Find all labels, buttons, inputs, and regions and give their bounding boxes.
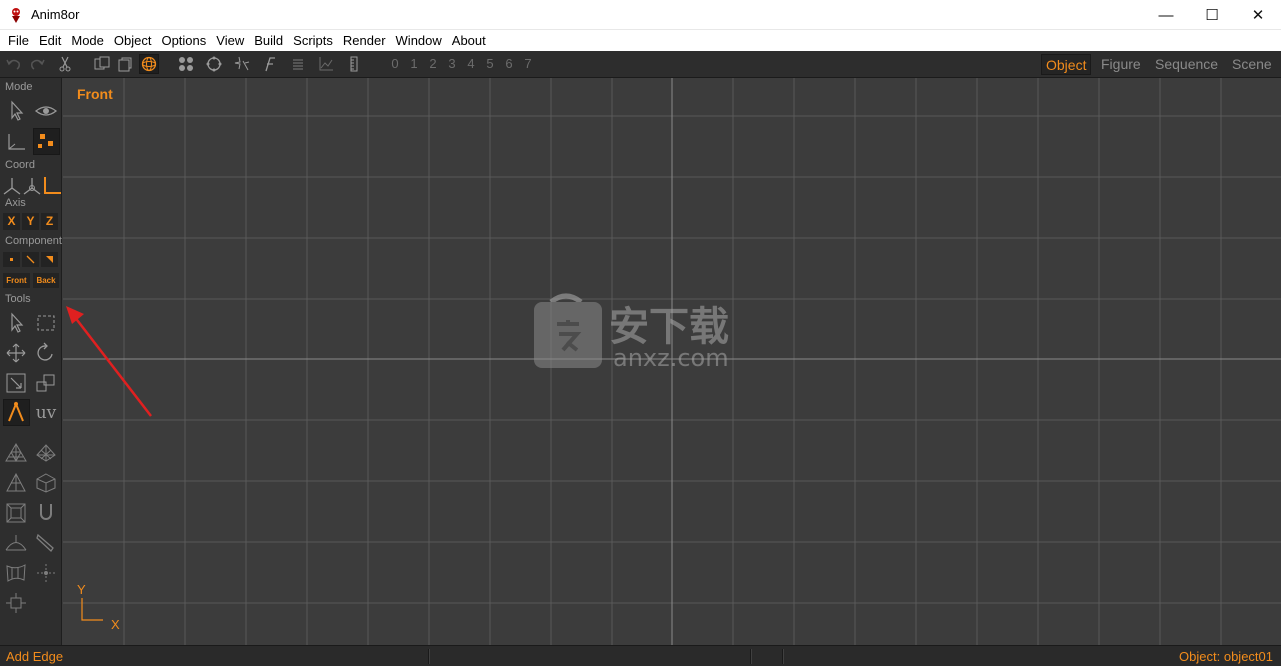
axis-x-label: X [111,617,120,632]
axis-z-button[interactable]: Z [41,213,58,230]
cube-tool-icon[interactable] [34,471,58,495]
layer-1[interactable]: 1 [407,56,421,71]
uv-tool-icon[interactable]: uv [34,401,58,425]
grow-tool-icon[interactable] [4,591,28,615]
component-edge-button[interactable] [22,252,39,267]
magnet-tool-icon[interactable] [34,501,58,525]
rotate-icon[interactable] [205,55,223,73]
menu-edit[interactable]: Edit [34,30,66,51]
drag-select-icon[interactable] [34,311,58,335]
axis-y-label: Y [77,582,86,597]
title-bar: Anim8or — ☐ ✕ [0,0,1281,30]
point-mode-icon[interactable] [33,128,60,155]
svg-text:anxz.com: anxz.com [613,344,729,372]
status-divider [782,649,784,664]
toolbar: 0 1 2 3 4 5 6 7 Object Figure Sequence S… [0,51,1281,78]
copy-icon[interactable] [93,55,111,73]
status-object-name: Object: object01 [1179,649,1273,664]
layer-4[interactable]: 4 [464,56,478,71]
sphere-icon[interactable] [139,54,159,74]
menu-build[interactable]: Build [249,30,288,51]
rotate-tool-icon[interactable] [34,341,58,365]
menu-scripts[interactable]: Scripts [288,30,338,51]
add-edge-tool-icon[interactable] [3,399,30,426]
tab-sequence[interactable]: Sequence [1151,54,1222,75]
select-mode-icon[interactable] [4,99,28,123]
front-button[interactable]: Front [3,273,30,288]
status-bar: Add Edge Object: object01 [0,645,1281,666]
maximize-button[interactable]: ☐ [1189,0,1235,30]
mode-section-label: Mode [5,81,33,93]
paste-icon[interactable] [116,55,134,73]
watermark-logo-icon: 安下载 anxz.com [534,293,729,372]
menu-window[interactable]: Window [391,30,447,51]
close-button[interactable]: ✕ [1235,0,1281,30]
status-message: Add Edge [6,649,64,664]
tab-figure[interactable]: Figure [1097,54,1145,75]
app-logo-icon [12,8,20,23]
component-section-label: Component [5,235,62,247]
view-label: Front [77,86,113,102]
watermark: 安下载 anxz.com [529,290,745,372]
menu-options[interactable]: Options [156,30,211,51]
layer-2[interactable]: 2 [426,56,440,71]
viewport-front[interactable]: 安下载 anxz.com Front Y X [63,78,1281,645]
layer-5[interactable]: 5 [483,56,497,71]
menu-object[interactable]: Object [109,30,157,51]
knife-tool-icon[interactable] [34,531,58,555]
axis-y-button[interactable]: Y [22,213,39,230]
redo-icon[interactable] [28,55,46,73]
sparkle-icon[interactable] [233,55,251,73]
tab-scene[interactable]: Scene [1228,54,1276,75]
tool-panel: Mode Coord Axis X Y Z Component Front Ba… [0,78,62,645]
bevel-tool-icon[interactable] [4,531,28,555]
cut-icon[interactable] [56,55,74,73]
menu-file[interactable]: File [3,30,34,51]
coord-object-icon[interactable] [20,174,41,195]
extrude-tool-icon[interactable] [4,471,28,495]
menu-bar: File Edit Mode Object Options View Build… [0,30,1281,51]
non-uniform-scale-icon[interactable] [34,371,58,395]
component-point-button[interactable] [3,252,20,267]
scale-tool-icon[interactable] [4,371,28,395]
back-button[interactable]: Back [33,273,59,288]
ruler-icon[interactable] [345,55,363,73]
menu-about[interactable]: About [447,30,491,51]
menu-render[interactable]: Render [338,30,391,51]
axis-section-label: Axis [5,197,26,209]
tab-object[interactable]: Object [1041,54,1092,75]
arrange-icon[interactable] [177,55,195,73]
mesh-tool-icon[interactable] [4,441,28,465]
coord-screen-icon[interactable] [40,174,61,194]
select-tool-icon[interactable] [4,311,28,335]
menu-mode[interactable]: Mode [66,30,109,51]
text-icon[interactable] [289,55,307,73]
layer-3[interactable]: 3 [445,56,459,71]
layer-0[interactable]: 0 [388,56,402,71]
bend-tool-icon[interactable] [4,561,28,585]
view-mode-icon[interactable] [34,99,58,123]
function-icon[interactable] [261,55,279,73]
axis-x-button[interactable]: X [3,213,20,230]
frame-tool-icon[interactable] [4,501,28,525]
graph-icon[interactable] [317,55,335,73]
undo-icon[interactable] [5,55,23,73]
component-face-button[interactable] [41,252,58,267]
minimize-button[interactable]: — [1143,0,1189,30]
subdivide-tool-icon[interactable] [34,441,58,465]
status-divider [750,649,752,664]
layer-7[interactable]: 7 [521,56,535,71]
layer-6[interactable]: 6 [502,56,516,71]
status-divider [428,649,430,664]
tools-section-label: Tools [5,293,31,305]
coord-section-label: Coord [5,159,35,171]
annotation-arrow-icon [66,306,152,417]
coord-world-icon[interactable] [0,174,21,195]
point-move-tool-icon[interactable] [34,561,58,585]
menu-view[interactable]: View [211,30,249,51]
window-title: Anim8or [31,7,80,22]
move-tool-icon[interactable] [4,341,28,365]
axis-mode-icon[interactable] [4,130,28,154]
